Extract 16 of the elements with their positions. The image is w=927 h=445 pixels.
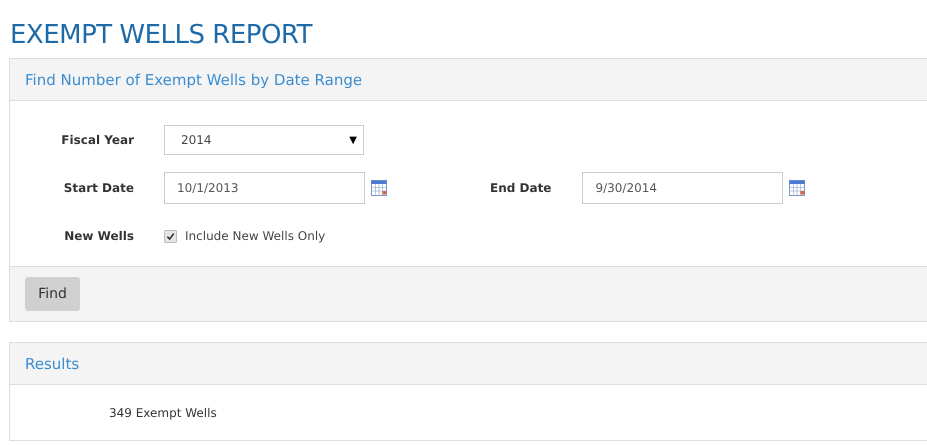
fiscal-year-dropdown[interactable]: 2014 ▼ (164, 125, 364, 155)
calendar-icon[interactable] (371, 180, 387, 196)
find-button[interactable]: Find (25, 277, 80, 311)
result-count: 349 Exempt Wells (109, 406, 217, 420)
field-label: Fiscal Year (60, 133, 134, 147)
start-date-field[interactable]: 10/1/2013 (164, 172, 365, 204)
panel-title: Find Number of Exempt Wells by Date Range (25, 70, 362, 88)
calendar-icon[interactable] (789, 180, 806, 196)
field-label: End Date (490, 181, 552, 195)
field-label: New Wells (63, 229, 134, 243)
field-label: Start Date (62, 181, 134, 195)
panel-title: Results (25, 354, 80, 372)
page-title: EXEMPT WELLS REPORT (9, 19, 314, 52)
end-date-field[interactable]: 9/30/2014 (582, 172, 784, 204)
checkbox-label: Include New Wells Only (185, 229, 326, 243)
checkbox[interactable] (164, 230, 177, 242)
